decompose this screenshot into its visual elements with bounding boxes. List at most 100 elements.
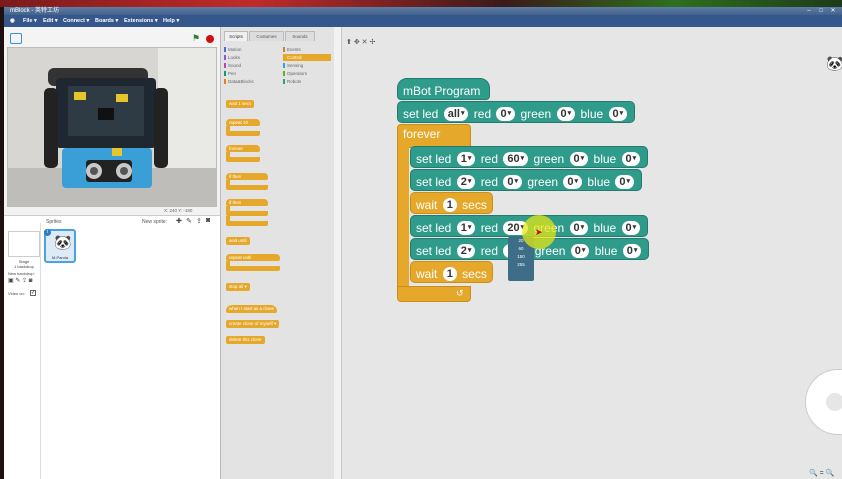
upload-icon[interactable]: ⇪ [196, 217, 202, 225]
category-sound[interactable]: Sound [224, 62, 272, 69]
set-led-2-block[interactable]: set led 2▾ red 0▾ green 0▾ blue 0▾ [410, 169, 643, 191]
palette-if-block[interactable]: if then [226, 173, 268, 180]
category-control[interactable]: Control [283, 54, 331, 61]
side-scroll-knob[interactable] [826, 393, 842, 411]
palette-if-else-block[interactable]: if then [226, 199, 268, 206]
stage-canvas[interactable] [7, 47, 217, 207]
shrink-icon[interactable]: ✢ [369, 39, 375, 46]
video-label: Video on: [8, 291, 25, 296]
brush-icon[interactable]: ✎ [186, 217, 192, 225]
led-select[interactable]: 2▾ [456, 243, 476, 258]
red-select[interactable]: 60▾ [503, 151, 529, 166]
palette-delete-clone-block[interactable]: delete this clone [226, 336, 265, 344]
sprite-thumbnail[interactable]: i 🐼 M-Panda [44, 229, 76, 263]
secs-label: secs [462, 266, 487, 281]
palette-create-clone-block[interactable]: create clone of myself ▾ [226, 320, 280, 328]
blue-select[interactable]: 0▾ [608, 106, 628, 121]
set-led-label: set led [403, 106, 439, 121]
category-motion[interactable]: Motion [224, 46, 272, 53]
category-data-blocks[interactable]: Data&Blocks [224, 78, 272, 85]
palette-stop-block[interactable]: stop all ▾ [226, 283, 250, 291]
palette-repeat-until-foot [226, 266, 280, 271]
maximize-icon[interactable]: □ [816, 7, 826, 15]
category-looks[interactable]: Looks [224, 54, 272, 61]
wait-block-1[interactable]: wait 1 secs [410, 192, 493, 214]
backdrop-tools-icon[interactable]: ▣ ✎ ⇪ ◙ [8, 277, 32, 284]
led-select[interactable]: 1▾ [456, 151, 476, 166]
mouse-pointer-icon: ➤ [535, 227, 543, 237]
wait-seconds-input[interactable]: 1 [442, 197, 457, 212]
zoom-out-icon[interactable]: 🔍 [809, 470, 818, 477]
menu-extensions[interactable]: Extensions ▾ [124, 15, 158, 27]
category-pen[interactable]: Pen [224, 70, 272, 77]
wait-seconds-input[interactable]: 1 [442, 266, 457, 281]
events-swatch [283, 47, 285, 52]
palette-repeat-block[interactable]: repeat 10 [226, 119, 260, 126]
tab-costumes[interactable]: Costumes [249, 31, 284, 41]
duplicate-icon[interactable]: ⬆ [346, 39, 352, 46]
palette-when-clone-block[interactable]: when I start as a clone [226, 305, 278, 313]
palette-wait-block[interactable]: wait 1 secs [226, 100, 255, 108]
palette-repeat-until-block[interactable]: repeat until [226, 254, 280, 261]
set-led-all-block[interactable]: set led all▾ red 0▾ green 0▾ blue 0▾ [397, 101, 636, 123]
mbot-program-hat-block[interactable]: mBot Program [397, 78, 490, 100]
green-flag-icon[interactable]: ⚑ [192, 34, 200, 43]
app-window: mBlock - 英特工坊 – □ ✕ ◉ File ▾ Edit ▾ Conn… [4, 7, 842, 479]
fullscreen-icon[interactable] [10, 33, 22, 44]
zoom-in-icon[interactable]: 🔍 [826, 470, 835, 477]
green-select[interactable]: 0▾ [569, 220, 589, 235]
green-select[interactable]: 0▾ [570, 243, 590, 258]
category-sensing[interactable]: Sensing [283, 62, 331, 69]
dropdown-option[interactable]: 150 [508, 253, 534, 261]
zoom-controls: 🔍 = 🔍 [809, 469, 834, 477]
new-backdrop-label: New backdrop: [8, 271, 35, 276]
menu-help[interactable]: Help ▾ [163, 15, 179, 27]
led-select[interactable]: 1▾ [456, 220, 476, 235]
category-operators[interactable]: Operators [283, 70, 331, 77]
stop-icon[interactable] [206, 35, 214, 43]
category-events[interactable]: Events [283, 46, 331, 53]
dropdown-option[interactable]: 255 [508, 261, 534, 269]
menu-boards[interactable]: Boards ▾ [95, 15, 118, 27]
video-checkbox[interactable]: ✓ [30, 290, 36, 296]
palette-forever-block[interactable]: forever [226, 145, 260, 152]
led-select[interactable]: 2▾ [456, 174, 476, 189]
blue-select[interactable]: 0▾ [622, 243, 642, 258]
green-select[interactable]: 0▾ [569, 151, 589, 166]
info-icon[interactable]: i [44, 229, 51, 236]
red-select[interactable]: 0▾ [496, 106, 516, 121]
menu-edit[interactable]: Edit ▾ [43, 15, 58, 27]
menu-connect[interactable]: Connect ▾ [63, 15, 89, 27]
delete-icon[interactable]: ✥ [354, 39, 360, 46]
globe-icon[interactable]: ◉ [10, 15, 15, 27]
tab-sounds[interactable]: Sounds [285, 31, 315, 41]
tab-scripts[interactable]: Scripts [224, 31, 248, 41]
data-swatch [224, 79, 226, 84]
grow-icon[interactable]: ✕ [362, 39, 368, 46]
red-select[interactable]: 0▾ [503, 174, 523, 189]
blue-select[interactable]: 0▾ [615, 174, 635, 189]
green-select[interactable]: 0▾ [563, 174, 583, 189]
blue-label: blue [593, 151, 617, 166]
set-led-1-block[interactable]: set led 1▾ red 60▾ green 0▾ blue 0▾ [410, 146, 649, 168]
palette-wait-until-block[interactable]: wait until [226, 237, 250, 245]
forever-block[interactable]: forever [397, 124, 471, 148]
minimize-icon[interactable]: – [804, 7, 814, 15]
forever-foot: ↺ [397, 286, 471, 302]
zoom-reset-icon[interactable]: = [820, 470, 824, 477]
stage-thumbnail[interactable] [8, 231, 40, 257]
camera-icon[interactable]: ◙ [206, 217, 210, 224]
blue-select[interactable]: 0▾ [621, 151, 641, 166]
palette-repeat-foot [226, 131, 260, 136]
sprites-label: Sprites [46, 219, 62, 225]
green-select[interactable]: 0▾ [556, 106, 576, 121]
close-icon[interactable]: ✕ [828, 7, 838, 15]
led-select[interactable]: all▾ [443, 106, 469, 121]
green-label: green [527, 174, 559, 189]
wait-block-2[interactable]: wait 1 secs [410, 261, 493, 283]
menu-file[interactable]: File ▾ [23, 15, 37, 27]
blue-select[interactable]: 0▾ [621, 220, 641, 235]
paint-sprite-icon[interactable]: ✚ [176, 217, 182, 225]
palette-forever-foot [226, 157, 260, 162]
category-robots[interactable]: Robots [283, 78, 331, 85]
